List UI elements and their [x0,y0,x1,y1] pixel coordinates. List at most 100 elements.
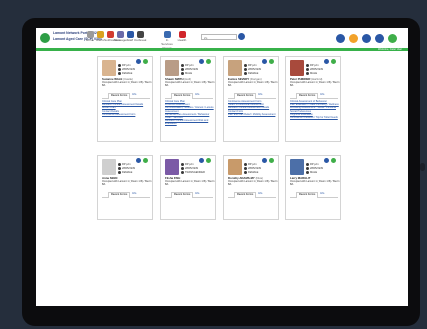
room-row: RP p/m [118,163,131,166]
occupancy-text: Occupied with Lamont 1 ( Room 1 B) / Bed… [165,180,215,186]
tab-recent-forms[interactable]: Recent Forms [108,192,131,198]
resident-card[interactable]: RP p/m 28/05/1939 MALE Larry MARGLIT Occupi… [285,155,341,220]
gender-text: MALE [310,72,318,76]
gender-text: MALE [310,171,318,175]
gender-icon [181,171,184,174]
power-icon[interactable] [388,34,397,43]
resident-photo[interactable] [102,159,116,175]
calendar-icon [306,68,309,71]
search-icon[interactable] [238,33,245,40]
resident-photo[interactable] [165,159,179,175]
calendar-icon [118,167,121,170]
room-icon [306,64,309,67]
form-link[interactable]: Pain and Pain Relief / Mobility Assessme… [228,113,278,116]
gender-row: MALE [181,72,192,75]
dob-text: 28/05/1939 [185,68,198,72]
gender-row: FEMALE [118,72,132,75]
tab-recent-forms[interactable]: Recent Forms [296,192,319,198]
resident-card[interactable]: RP p/m 28/05/1939 FEMALE Anna SEEN Occupied… [97,155,153,220]
occupancy-text: Occupied with Lamont 1 ( Room 1 B) / Bed… [290,81,340,87]
room-icon [244,64,247,67]
occupancy-text: Occupied with Lamont 1 ( Room 1 B) / Bed… [228,180,278,186]
add-icon[interactable] [143,158,148,163]
help-icon[interactable] [362,34,371,43]
gender-icon [118,171,121,174]
card-tabs: Recent Forms Info [165,192,213,198]
tab-info[interactable]: Info [193,93,201,97]
resident-card[interactable]: RP p/m 28/05/1939 TRANSGENDER Flisha FISH O… [160,155,216,220]
edit-icon[interactable] [136,158,141,163]
card-tabs: Recent Forms Info [228,192,276,198]
tab-info[interactable]: Info [318,93,326,97]
tab-info[interactable]: Info [318,192,326,196]
add-icon[interactable] [269,59,274,64]
room-row: RP p/m [306,64,319,67]
user-icon[interactable] [349,34,358,43]
form-link[interactable]: Continence Assessment Form [102,113,152,116]
room-icon [244,163,247,166]
room-row: RP p/m [118,64,131,67]
tab-recent-forms[interactable]: Recent Forms [171,192,194,198]
edit-icon[interactable] [324,59,329,64]
add-icon[interactable] [143,59,148,64]
tab-info[interactable]: Info [256,93,264,97]
dob-row: 28/05/1939 [244,68,261,71]
gender-icon [118,72,121,75]
edit-icon[interactable] [199,59,204,64]
gender-text: TRANSGENDER [185,171,205,175]
resident-photo[interactable] [290,159,304,175]
tab-info[interactable]: Info [256,192,264,196]
toolbar-outbreak-button[interactable]: Outbreak [134,31,146,42]
messages-icon[interactable] [375,34,384,43]
edit-icon[interactable] [262,59,267,64]
room-row: RP p/m [181,163,194,166]
resident-card[interactable]: RP p/m 28/05/1939 FEMALE Eunice SEVERY (Dor… [223,56,279,142]
add-icon[interactable] [269,158,274,163]
add-icon[interactable] [331,59,336,64]
edit-icon[interactable] [136,59,141,64]
resident-photo[interactable] [290,60,304,76]
room-icon [118,64,121,67]
resident-photo[interactable] [165,60,179,76]
edit-icon[interactable] [199,158,204,163]
form-link[interactable]: Continence Checklist / Trip for Toilet N… [290,116,340,119]
tab-info[interactable]: Info [130,192,138,196]
gender-text: FEMALE [248,171,259,175]
edit-icon[interactable] [324,158,329,163]
resident-card[interactable]: RP p/m 28/05/1939 MALE Peter PHINDER (Harfo… [285,56,341,142]
add-icon[interactable] [331,158,336,163]
add-icon[interactable] [206,59,211,64]
tab-recent-forms[interactable]: Recent Forms [296,93,319,99]
top-bar: Lamont Network Portal 2020 Lamont Aged C… [36,28,408,50]
calendar-icon [181,68,184,71]
form-link[interactable]: Resident Clinical Assessment Risk and Ev… [165,119,215,125]
toolbar-health-button[interactable]: Health [176,31,188,42]
dob-row: 28/05/1939 [306,167,323,170]
gender-row: FEMALE [244,72,258,75]
resident-photo[interactable] [228,60,242,76]
tab-recent-forms[interactable]: Recent Forms [171,93,194,99]
resident-card[interactable]: RP p/m 28/05/1939 MALE Shawn SMITH (Holl) Oc… [160,56,216,142]
tab-info[interactable]: Info [193,192,201,196]
portal-logo-icon[interactable] [40,33,50,43]
room-text: RP p/m [122,64,131,68]
calendar-icon [244,68,247,71]
dob-row: 28/05/1939 [181,68,198,71]
tab-recent-forms[interactable]: Recent Forms [108,93,131,99]
occupancy-text: Occupied with Lamont 1 ( Room 1 B) / Bed… [165,81,215,87]
resident-card[interactable]: RP p/m 28/05/1939 FEMALE Dorothy ADAMS-MY (… [223,155,279,220]
tab-info[interactable]: Info [130,93,138,97]
resident-card[interactable]: RP p/m 28/05/1939 FEMALE Suzanne WALE (Cast… [97,56,153,142]
tab-recent-forms[interactable]: Recent Forms [234,93,257,99]
resident-photo[interactable] [102,60,116,76]
room-icon [181,64,184,67]
add-icon[interactable] [206,158,211,163]
dob-row: 28/05/1939 [181,167,198,170]
resident-photo[interactable] [228,159,242,175]
search-input[interactable]: Zs [201,34,237,40]
edit-icon[interactable] [262,158,267,163]
toolbar-icon [136,31,144,38]
tab-recent-forms[interactable]: Recent Forms [234,192,257,198]
toolbar-label: Staff [126,38,134,42]
settings-icon[interactable] [336,34,345,43]
